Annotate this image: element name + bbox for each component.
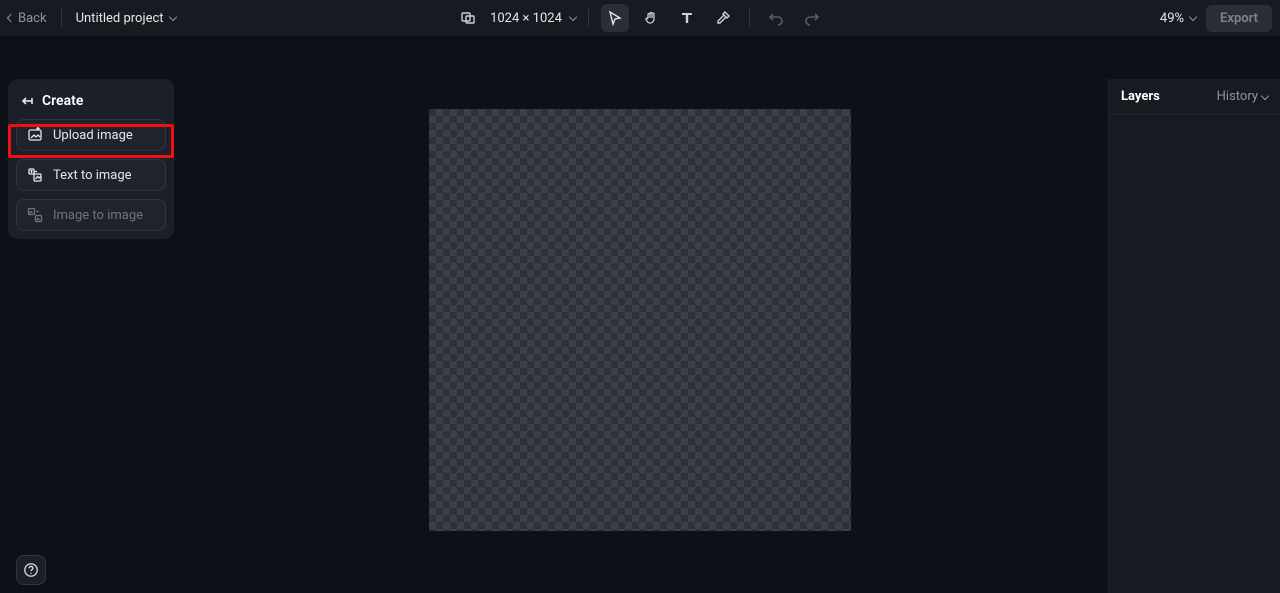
- hand-icon: [643, 10, 659, 26]
- redo-button[interactable]: [798, 4, 826, 32]
- select-tool-button[interactable]: [601, 4, 629, 32]
- zoom-level: 49%: [1160, 11, 1184, 26]
- divider: [749, 9, 750, 27]
- text-icon: [679, 10, 695, 26]
- eyedropper-tool-button[interactable]: [709, 4, 737, 32]
- export-button[interactable]: Export: [1206, 5, 1272, 32]
- eyedropper-icon: [715, 10, 731, 26]
- chevron-down-icon: [1189, 13, 1197, 21]
- divider: [1109, 114, 1280, 115]
- canvas-checkerboard[interactable]: [429, 109, 851, 531]
- topbar-center: 1024 × 1024: [429, 4, 850, 32]
- history-label: History: [1217, 89, 1258, 104]
- chevron-down-icon: [569, 13, 577, 21]
- help-icon: [23, 562, 39, 578]
- chevron-down-icon: [1261, 91, 1269, 99]
- back-label: Back: [18, 11, 47, 26]
- undo-button[interactable]: [762, 4, 790, 32]
- dimensions-icon: [460, 10, 476, 26]
- chevron-down-icon: [168, 13, 176, 21]
- cursor-icon: [607, 10, 623, 26]
- create-panel: Create Upload image: [8, 79, 174, 239]
- chevron-left-icon: [7, 14, 15, 22]
- text-to-image-icon: [27, 167, 43, 183]
- project-title: Untitled project: [76, 11, 164, 26]
- export-label: Export: [1220, 11, 1258, 26]
- upload-image-label: Upload image: [53, 128, 133, 143]
- top-bar: Back Untitled project 1024 × 1024: [0, 0, 1280, 36]
- canvas-dimensions: 1024 × 1024: [490, 11, 562, 26]
- create-panel-header[interactable]: Create: [16, 87, 166, 119]
- upload-image-button[interactable]: Upload image: [16, 119, 166, 151]
- project-title-dropdown[interactable]: Untitled project: [76, 11, 176, 26]
- history-dropdown[interactable]: History: [1217, 89, 1268, 104]
- layers-panel-header: Layers History: [1109, 79, 1280, 114]
- divider: [588, 9, 589, 27]
- text-to-image-button[interactable]: Text to image: [16, 159, 166, 191]
- image-to-image-button: Image to image: [16, 199, 166, 231]
- layers-title: Layers: [1121, 89, 1160, 104]
- help-button[interactable]: [16, 555, 46, 585]
- undo-icon: [768, 10, 784, 26]
- create-panel-title: Create: [42, 93, 83, 109]
- pan-tool-button[interactable]: [637, 4, 665, 32]
- layers-panel: Layers History: [1108, 79, 1280, 593]
- back-button[interactable]: Back: [8, 11, 47, 26]
- text-tool-button[interactable]: [673, 4, 701, 32]
- dimensions-icon-button[interactable]: [454, 4, 482, 32]
- topbar-right: 49% Export: [851, 5, 1272, 32]
- image-to-image-label: Image to image: [53, 208, 143, 223]
- zoom-dropdown[interactable]: 49%: [1160, 11, 1196, 26]
- topbar-left: Back Untitled project: [8, 9, 429, 27]
- arrow-left-icon: [20, 94, 34, 108]
- divider: [61, 9, 62, 27]
- text-to-image-label: Text to image: [53, 168, 132, 183]
- image-to-image-icon: [27, 207, 43, 223]
- upload-image-icon: [27, 127, 43, 143]
- workspace: Create Upload image: [0, 36, 1280, 593]
- redo-icon: [804, 10, 820, 26]
- canvas-dimensions-dropdown[interactable]: 1024 × 1024: [490, 11, 576, 26]
